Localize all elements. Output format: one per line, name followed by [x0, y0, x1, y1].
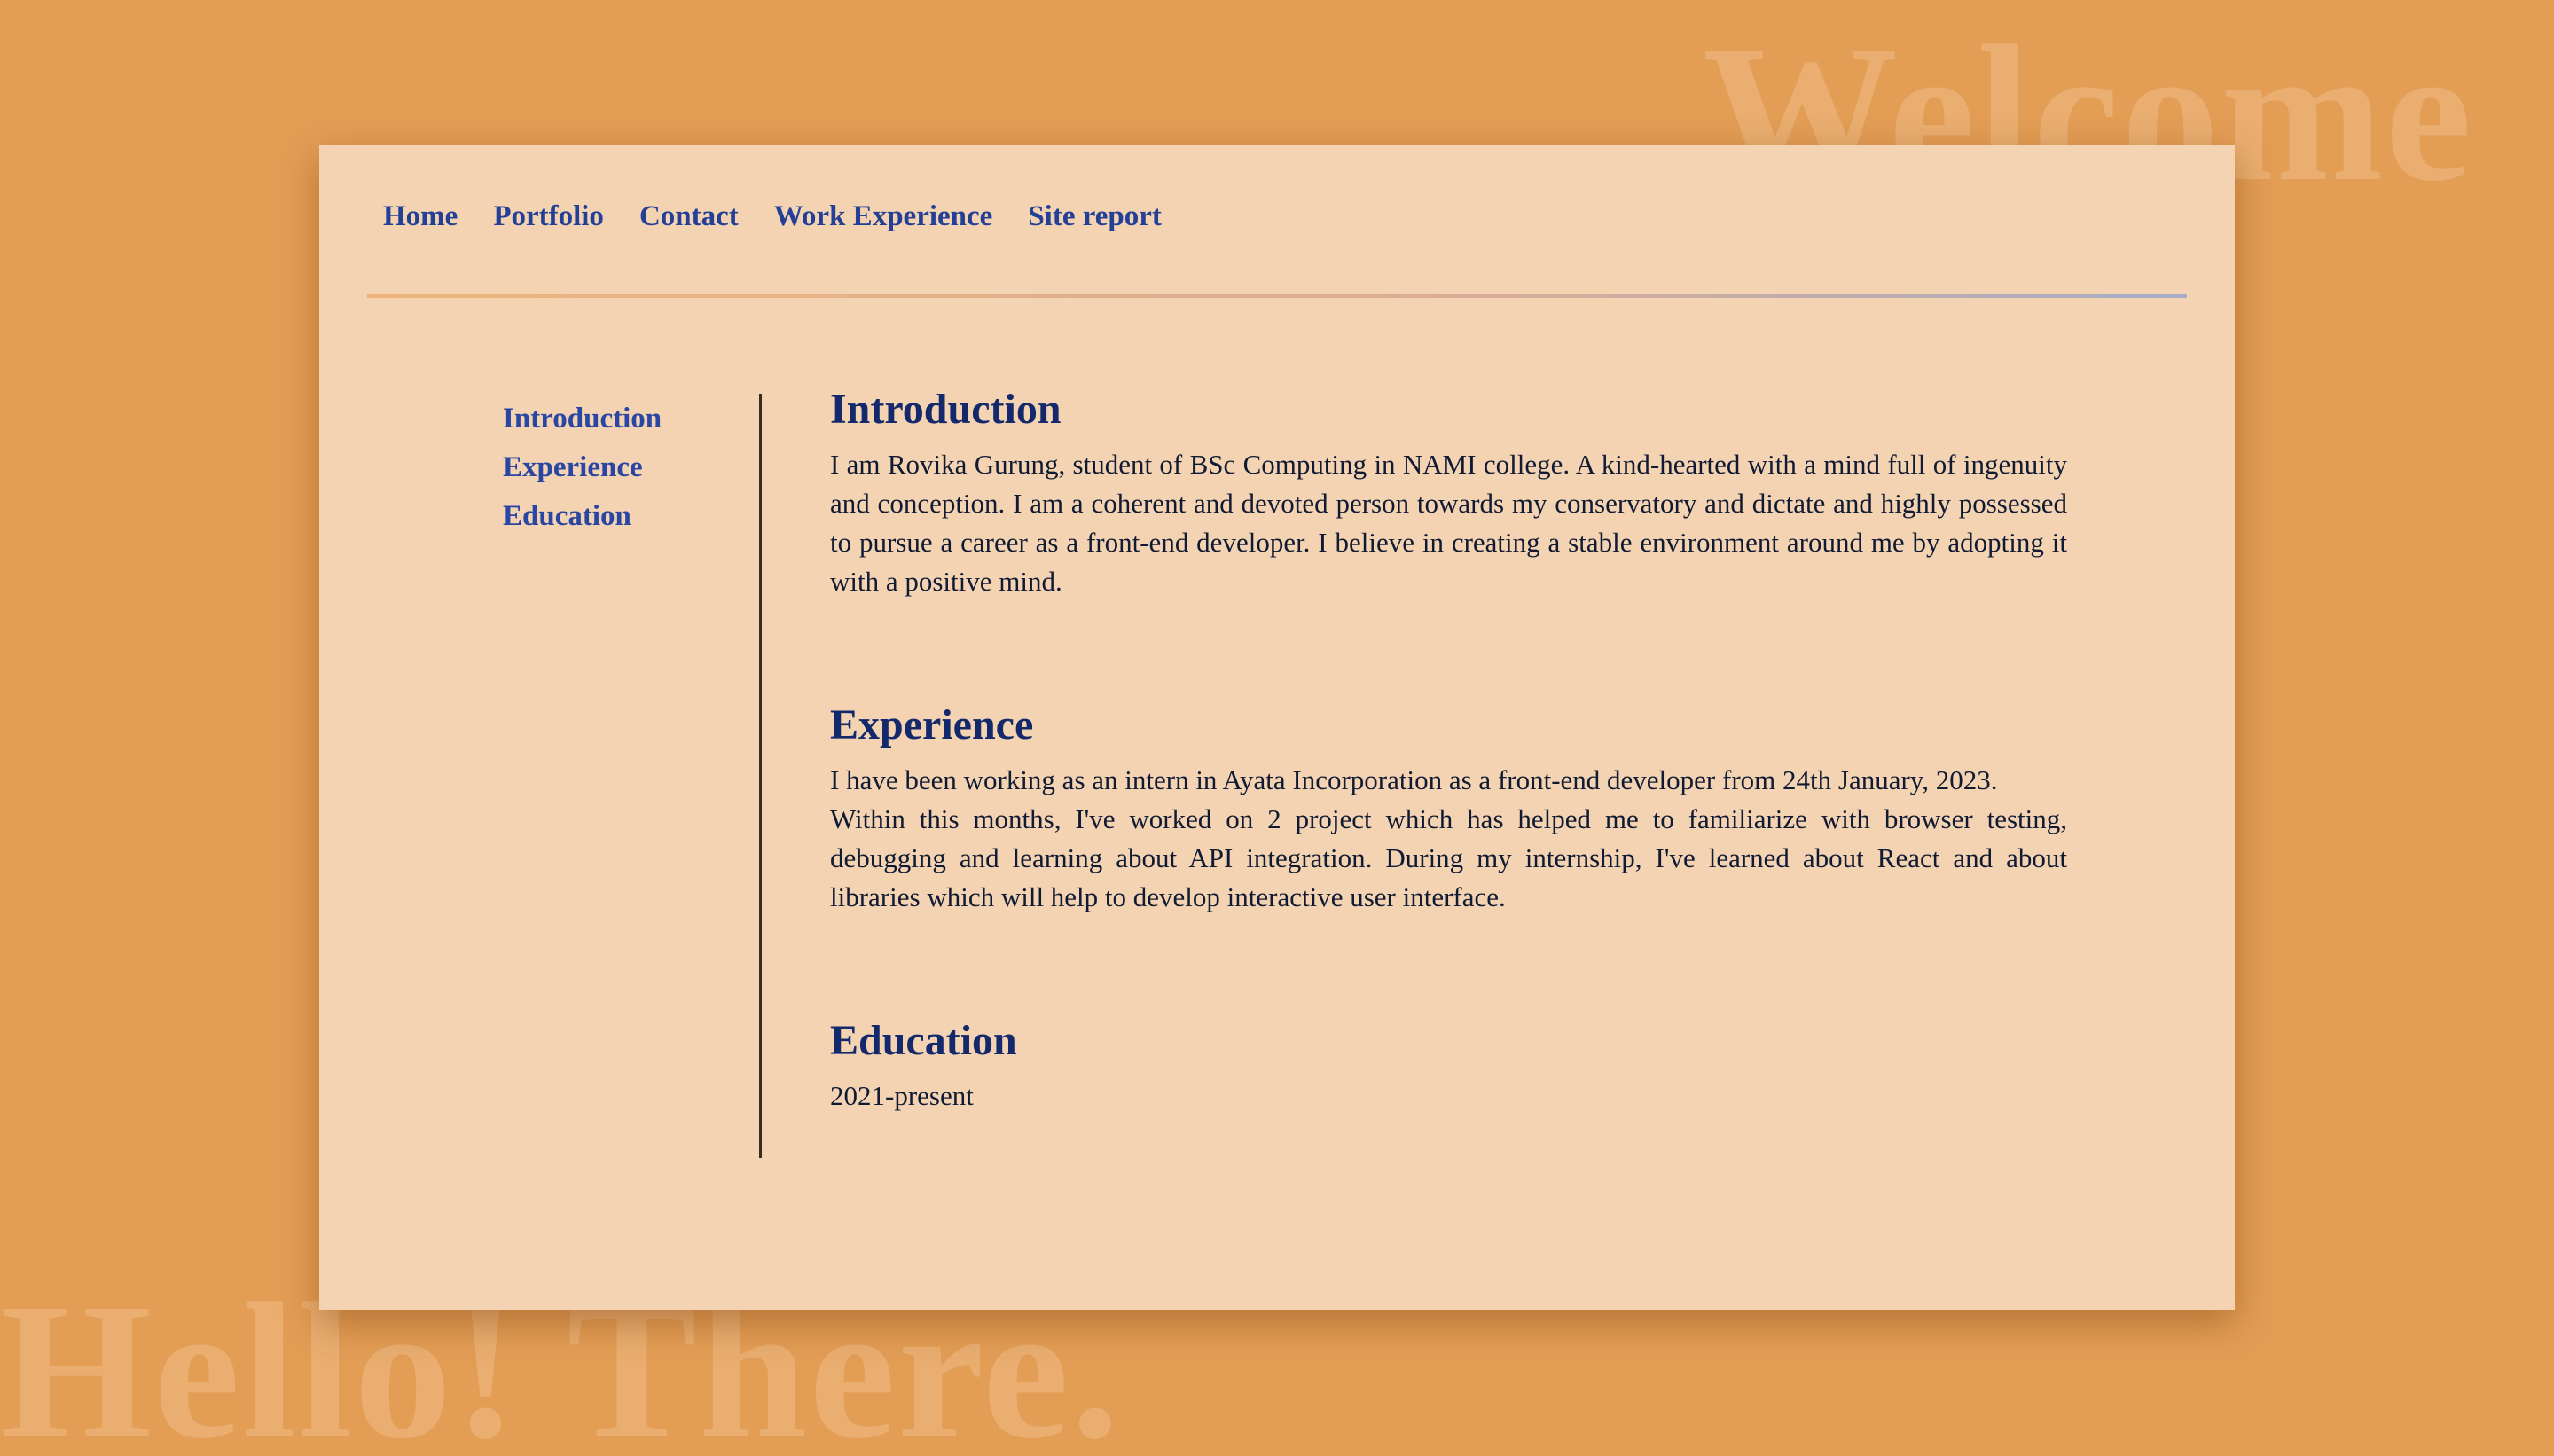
experience-text-1: I have been working as an intern in Ayat… — [830, 764, 1998, 795]
introduction-section: Introduction I am Rovika Gurung, student… — [830, 385, 2067, 601]
main-card: Home Portfolio Contact Work Experience S… — [319, 145, 2235, 1310]
introduction-heading: Introduction — [830, 386, 1062, 433]
experience-section: Experience I have been working as an int… — [830, 701, 2067, 917]
top-navigation: Home Portfolio Contact Work Experience S… — [383, 200, 1162, 233]
education-section: Education 2021-present — [830, 1016, 2067, 1115]
nav-work-experience-link[interactable]: Work Experience — [774, 200, 993, 232]
side-menu: Introduction Experience Education — [503, 403, 662, 549]
experience-heading: Experience — [830, 701, 1034, 748]
nav-home-link[interactable]: Home — [383, 200, 458, 232]
side-menu-education-link[interactable]: Education — [503, 500, 631, 532]
education-text: 2021-present — [830, 1080, 974, 1111]
side-menu-introduction-link[interactable]: Introduction — [503, 403, 662, 434]
nav-contact-link[interactable]: Contact — [639, 200, 739, 232]
introduction-text: I am Rovika Gurung, student of BSc Compu… — [830, 449, 2067, 597]
nav-portfolio-link[interactable]: Portfolio — [493, 200, 604, 232]
content-scroll-area[interactable]: Introduction I am Rovika Gurung, student… — [830, 385, 2067, 1156]
education-heading: Education — [830, 1017, 1017, 1064]
side-menu-experience-link[interactable]: Experience — [503, 451, 643, 483]
nav-divider-line — [367, 294, 2187, 298]
nav-site-report-link[interactable]: Site report — [1028, 200, 1162, 232]
vertical-divider — [759, 394, 762, 1158]
experience-text-2: Within this months, I've worked on 2 pro… — [830, 803, 2067, 912]
